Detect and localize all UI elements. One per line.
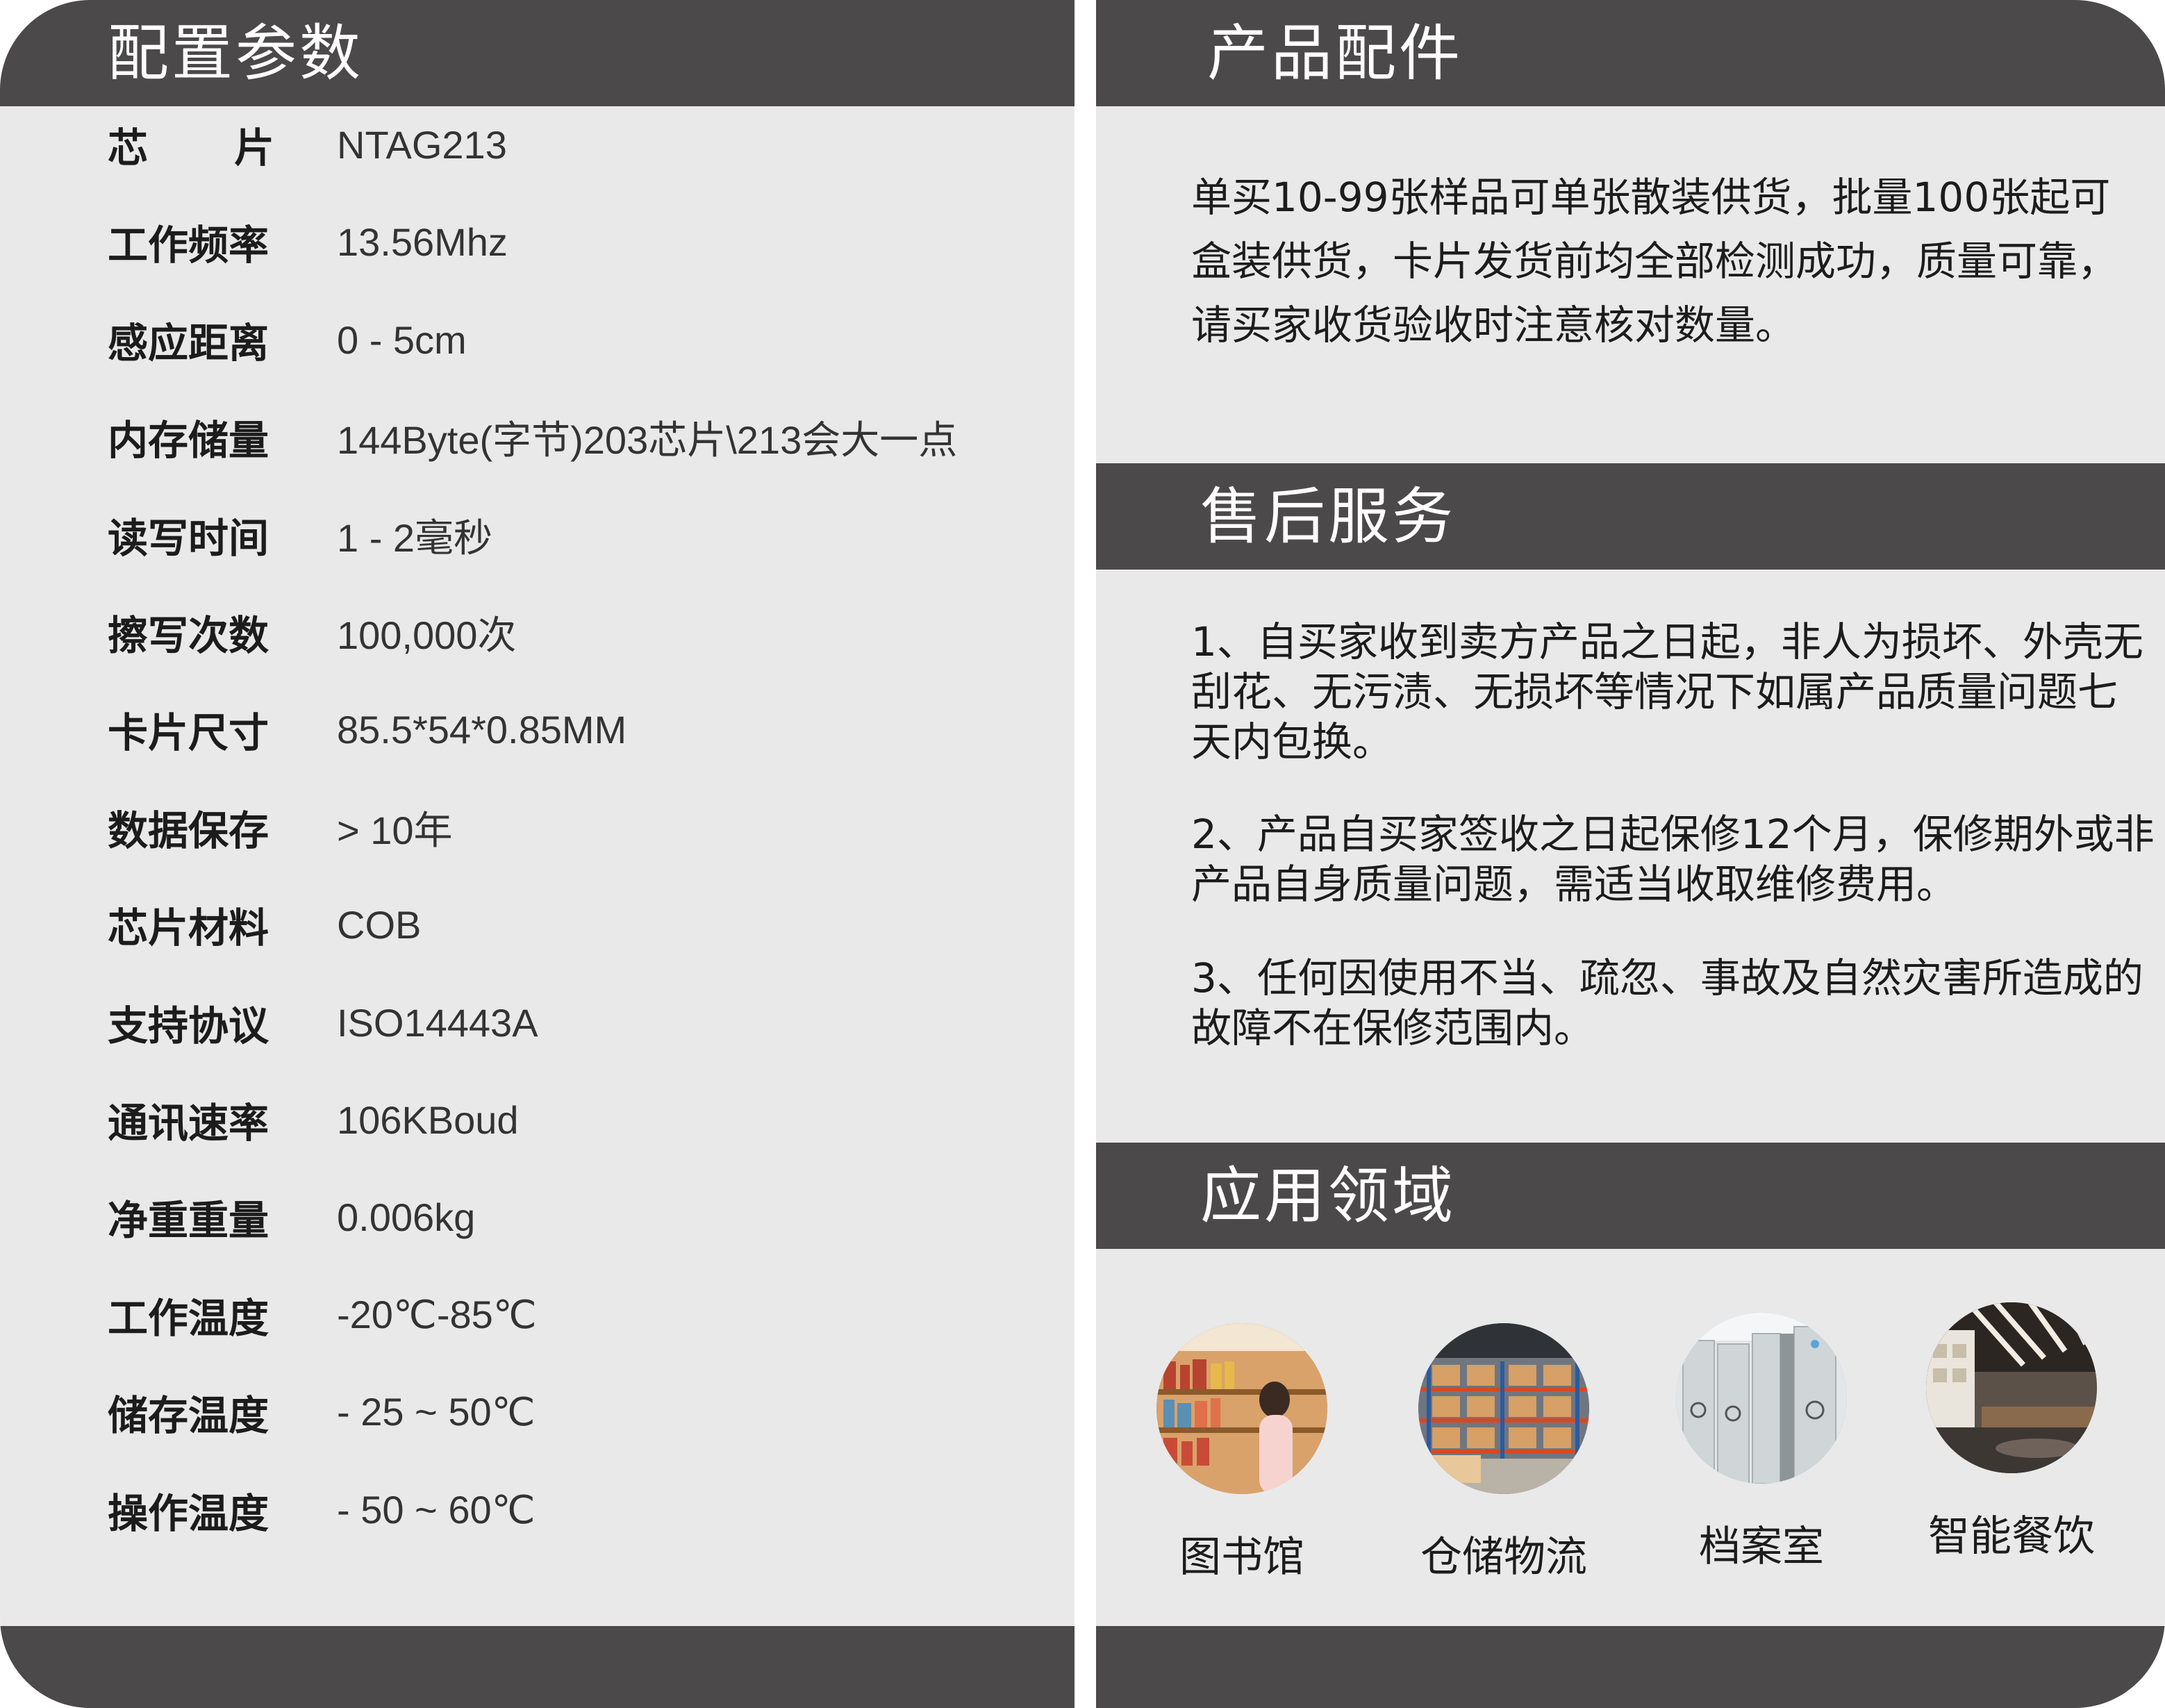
- application-label: 图书馆: [1179, 1533, 1304, 1582]
- spec-footer-bar: [0, 1626, 1075, 1708]
- spec-label: 感应距离: [108, 320, 269, 367]
- spec-row: 芯片材料 COB: [108, 890, 421, 959]
- spec-label: 读写时间: [108, 515, 269, 562]
- spec-value: 100,000次: [337, 613, 517, 657]
- smart-dining-photo-icon: [1926, 1302, 2097, 1473]
- accessories-text: 单买10-99张样品可单张散装供货，批量100张起可盒装供货，卡片发货前均全部检…: [1191, 174, 2118, 349]
- spec-label: 芯片: [108, 115, 274, 174]
- spec-label: 储存温度: [108, 1392, 269, 1439]
- spec-row: 储存温度 - 25 ~ 50℃: [108, 1377, 536, 1447]
- spec-label: 擦写次数: [108, 612, 269, 659]
- spec-value: - 50 ~ 60℃: [337, 1488, 536, 1532]
- spec-value: ISO14443A: [337, 1000, 538, 1045]
- application-smart-dining: 智能餐饮: [1907, 1302, 2116, 1563]
- application-label: 仓储物流: [1420, 1533, 1587, 1582]
- spec-row: 工作温度 -20℃-85℃: [108, 1280, 537, 1350]
- info-panel: 产品配件 单买10-99张样品可单张散装供货，批量100张起可盒装供货，卡片发货…: [1096, 0, 2165, 1708]
- spec-label: 工作温度: [108, 1295, 269, 1342]
- spec-value: 106KBoud: [337, 1097, 519, 1142]
- application-archive-room: 档案室: [1657, 1313, 1866, 1573]
- spec-row: 读写时间 1 - 2毫秒: [108, 500, 492, 570]
- spec-label: 卡片尺寸: [108, 709, 269, 756]
- spec-value: 85.5*54*0.85MM: [337, 707, 627, 752]
- archive-room-photo-icon: [1676, 1313, 1847, 1484]
- info-footer-bar: [1096, 1626, 2165, 1708]
- spec-row: 通讯速率 106KBoud: [108, 1085, 519, 1154]
- spec-row: 内存储量 144Byte(字节)203芯片\213会大一点: [108, 402, 957, 472]
- spec-label: 净重重量: [108, 1197, 269, 1244]
- spec-value: 0.006kg: [337, 1195, 476, 1239]
- spec-title: 配置参数: [108, 17, 364, 89]
- spec-value: NTAG213: [337, 122, 507, 167]
- application-label: 档案室: [1699, 1523, 1824, 1571]
- spec-row: 芯片 NTAG213: [108, 110, 507, 179]
- application-warehouse: 仓储物流: [1400, 1323, 1608, 1584]
- spec-label: 内存储量: [108, 417, 269, 464]
- spec-label: 操作温度: [108, 1490, 269, 1537]
- spec-row: 支持协议 ISO14443A: [108, 988, 538, 1057]
- spec-label: 工作频率: [108, 222, 269, 269]
- spec-header-bar: 配置参数: [0, 0, 1075, 106]
- spec-value: 0 - 5cm: [337, 317, 467, 362]
- after-sales-item-2: 2、产品自买家签收之日起保修12个月，保修期外或非产品自身质量问题，需适当收取维…: [1191, 811, 2155, 908]
- spec-value: 144Byte(字节)203芯片\213会大一点: [337, 417, 958, 462]
- spec-row: 数据保存 > 10年: [108, 793, 453, 862]
- spec-row: 感应距离 0 - 5cm: [108, 305, 467, 374]
- spec-row: 擦写次数 100,000次: [108, 597, 516, 667]
- accessories-title: 产品配件: [1207, 17, 1463, 89]
- spec-value: COB: [337, 902, 422, 947]
- spec-label: 支持协议: [108, 1002, 269, 1050]
- applications-title: 应用领域: [1200, 1160, 1457, 1232]
- spec-label-char: 芯: [108, 124, 149, 172]
- spec-value: > 10年: [337, 808, 453, 852]
- spec-value: -20℃-85℃: [337, 1293, 537, 1336]
- warehouse-photo-icon: [1418, 1323, 1589, 1494]
- after-sales-title: 售后服务: [1200, 481, 1457, 552]
- spec-panel: 配置参数 芯片 NTAG213 工作频率 13.56Mhz 感应距离 0 - 5cm 内存储…: [0, 0, 1075, 1708]
- spec-value: 13.56Mhz: [337, 219, 508, 264]
- application-library: 图书馆: [1138, 1323, 1346, 1584]
- library-photo-icon: [1156, 1323, 1327, 1494]
- after-sales-item-3: 3、任何因使用不当、疏忽、事故及自然灾害所造成的故障不在保修范围内。: [1191, 954, 2143, 1052]
- accessories-header-bar: 产品配件: [1096, 0, 2165, 106]
- spec-label: 通讯速率: [108, 1100, 269, 1147]
- spec-row: 净重重量 0.006kg: [108, 1182, 475, 1252]
- after-sales-header-bar: 售后服务: [1096, 463, 2165, 570]
- spec-label: 数据保存: [108, 807, 269, 854]
- spec-label: 芯片材料: [108, 904, 269, 952]
- spec-row: 操作温度 - 50 ~ 60℃: [108, 1475, 536, 1545]
- after-sales-item-1: 1、自买家收到卖方产品之日起，非人为损坏、外壳无刮花、无污渍、无损坏等情况下如属…: [1191, 618, 2143, 765]
- spec-value: 1 - 2毫秒: [337, 515, 493, 560]
- spec-row: 工作频率 13.56Mhz: [108, 207, 508, 276]
- application-label: 智能餐饮: [1928, 1512, 2095, 1561]
- spec-value: - 25 ~ 50℃: [337, 1390, 536, 1434]
- applications-header-bar: 应用领域: [1096, 1143, 2165, 1249]
- spec-label-char: 片: [233, 124, 274, 172]
- spec-row: 卡片尺寸 85.5*54*0.85MM: [108, 695, 627, 764]
